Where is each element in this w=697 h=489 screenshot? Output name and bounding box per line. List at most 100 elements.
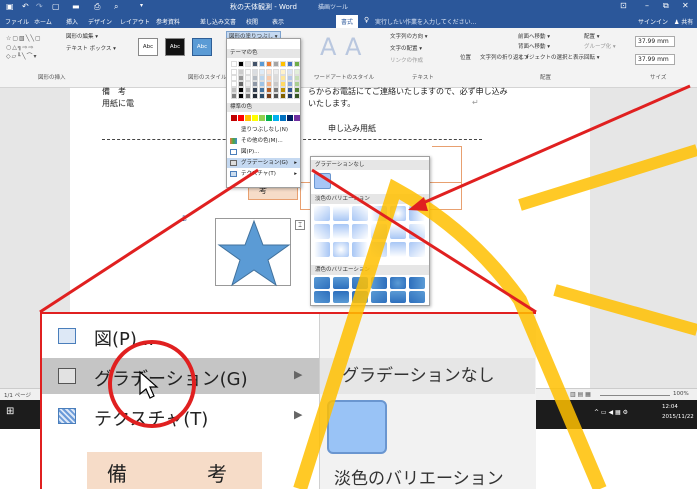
theme-color-swatch[interactable] [252, 93, 258, 99]
theme-color-swatch[interactable] [273, 61, 279, 67]
signin-link[interactable]: サインイン [638, 19, 668, 26]
share-button[interactable]: 共有 [681, 19, 693, 26]
group-button[interactable]: グループ化 ▾ [584, 42, 616, 50]
zoom-percent[interactable]: 100% [673, 391, 689, 397]
windows-start-icon[interactable]: ⊞ [6, 406, 14, 417]
theme-color-swatch[interactable] [259, 93, 265, 99]
dark-gradient-swatch[interactable] [314, 277, 330, 289]
dark-gradient-swatch[interactable] [352, 291, 368, 303]
shape-style-white[interactable]: Abc [138, 38, 158, 56]
no-gradient-swatch[interactable] [314, 173, 331, 189]
selection-pane-button[interactable]: オブジェクトの選択と表示 [518, 53, 584, 61]
light-gradient-swatch[interactable] [352, 224, 368, 239]
customize-icon[interactable]: ▾ [140, 2, 143, 9]
dark-gradient-swatch[interactable] [409, 277, 425, 289]
standard-color-swatch[interactable] [231, 115, 237, 121]
theme-color-swatch[interactable] [245, 93, 251, 99]
theme-color-swatch[interactable] [294, 93, 300, 99]
light-gradient-swatch[interactable] [314, 242, 330, 257]
theme-color-swatch[interactable] [273, 93, 279, 99]
dark-gradient-swatch[interactable] [390, 277, 406, 289]
theme-color-swatch[interactable] [245, 61, 251, 67]
print-icon[interactable]: ⎙ [94, 2, 100, 12]
edit-shape-button[interactable]: 図形の編集 ▾ [66, 32, 98, 40]
tab-design[interactable]: デザイン [88, 17, 112, 26]
theme-color-swatch[interactable] [287, 61, 293, 67]
light-gradient-swatch[interactable] [390, 242, 406, 257]
tab-review[interactable]: 校閲 [246, 17, 258, 26]
theme-color-swatch[interactable] [294, 61, 300, 67]
star-shape-frame[interactable] [215, 218, 292, 287]
zoom-no-gradient-swatch[interactable] [327, 400, 387, 454]
standard-color-swatch[interactable] [266, 115, 272, 121]
tell-me-input[interactable]: 実行したい作業を入力してください... [375, 17, 476, 26]
dark-gradient-swatch[interactable] [409, 291, 425, 303]
view-buttons[interactable]: ▥ ▤ ▦ [570, 391, 591, 398]
theme-color-swatch[interactable] [259, 61, 265, 67]
standard-color-swatch[interactable] [238, 115, 244, 121]
standard-color-swatch[interactable] [294, 115, 300, 121]
light-gradient-swatch[interactable] [333, 224, 349, 239]
standard-color-swatch[interactable] [259, 115, 265, 121]
star-shape[interactable] [216, 219, 292, 287]
redo-icon[interactable]: ↷ [36, 2, 43, 11]
light-gradient-swatch[interactable] [352, 242, 368, 257]
ribbon-options-icon[interactable]: ⊡ [620, 1, 627, 10]
theme-color-swatch[interactable] [266, 93, 272, 99]
create-link-button[interactable]: リンクの作成 [390, 56, 423, 64]
restore-icon[interactable]: ⧉ [663, 1, 669, 11]
theme-color-swatch[interactable] [280, 93, 286, 99]
standard-color-swatch[interactable] [252, 115, 258, 121]
zoom-gradient-item[interactable]: グラデーション(G) ▶ [42, 358, 319, 394]
zoom-texture-item[interactable]: テクスチャ(T) ▶ [42, 398, 319, 434]
light-gradient-swatch[interactable] [390, 206, 406, 221]
dark-gradient-swatch[interactable] [352, 277, 368, 289]
undo-icon[interactable]: ↶ [22, 2, 29, 11]
theme-color-swatch[interactable] [231, 61, 237, 67]
no-fill-item[interactable]: 塗りつぶしなし(N) [227, 125, 300, 135]
theme-color-swatch[interactable] [238, 61, 244, 67]
shape-style-blue[interactable]: Abc [192, 38, 212, 56]
close-icon[interactable]: ✕ [682, 1, 689, 10]
send-backward-button[interactable]: 背面へ移動 ▾ [518, 42, 550, 50]
tab-file[interactable]: ファイル [5, 17, 29, 26]
light-gradient-swatch[interactable] [314, 206, 330, 221]
anchor-icon[interactable]: ⚓ [180, 214, 187, 223]
tab-insert[interactable]: 挿入 [66, 17, 78, 26]
light-gradient-swatch[interactable] [409, 206, 425, 221]
standard-color-swatch[interactable] [273, 115, 279, 121]
save-icon[interactable]: ▣ [6, 2, 14, 11]
light-gradient-swatch[interactable] [333, 206, 349, 221]
wordart-a-icon[interactable]: A [320, 33, 336, 61]
bring-forward-button[interactable]: 前面へ移動 ▾ [518, 32, 550, 40]
light-gradient-swatch[interactable] [409, 224, 425, 239]
dark-gradient-swatch[interactable] [390, 291, 406, 303]
theme-color-swatch[interactable] [266, 61, 272, 67]
minimize-icon[interactable]: – [645, 1, 649, 10]
zoom-picture-item[interactable]: 図(P)... [42, 318, 319, 354]
open-icon[interactable]: ▬ [72, 2, 80, 11]
preview-icon[interactable]: ⌕ [114, 2, 118, 12]
light-gradient-swatch[interactable] [371, 224, 387, 239]
tab-view[interactable]: 表示 [272, 17, 284, 26]
light-gradient-swatch[interactable] [371, 206, 387, 221]
theme-color-swatch[interactable] [238, 93, 244, 99]
light-gradient-swatch[interactable] [371, 242, 387, 257]
layout-options-icon[interactable]: ⌶ [295, 220, 305, 230]
zoom-slider[interactable] [600, 395, 670, 396]
tray-icons[interactable]: ^ ▭ ◀ ▦ ⚙ [594, 409, 628, 416]
standard-color-swatch[interactable] [280, 115, 286, 121]
dark-gradient-swatch[interactable] [333, 277, 349, 289]
theme-color-swatch[interactable] [280, 61, 286, 67]
light-gradient-swatch[interactable] [333, 242, 349, 257]
light-gradient-swatch[interactable] [390, 224, 406, 239]
text-direction-button[interactable]: 文字列の方向 ▾ [390, 32, 428, 40]
dark-gradient-swatch[interactable] [314, 291, 330, 303]
theme-color-swatch[interactable] [287, 93, 293, 99]
more-colors-item[interactable]: その他の色(M)... [227, 136, 300, 146]
text-box-button[interactable]: テキスト ボックス ▾ [66, 44, 116, 52]
gradient-item[interactable]: グラデーション(G) ▸ [227, 158, 300, 168]
tab-references[interactable]: 参考資料 [156, 17, 180, 26]
dark-gradient-swatch[interactable] [333, 291, 349, 303]
align-text-button[interactable]: 文字の配置 ▾ [390, 44, 422, 52]
